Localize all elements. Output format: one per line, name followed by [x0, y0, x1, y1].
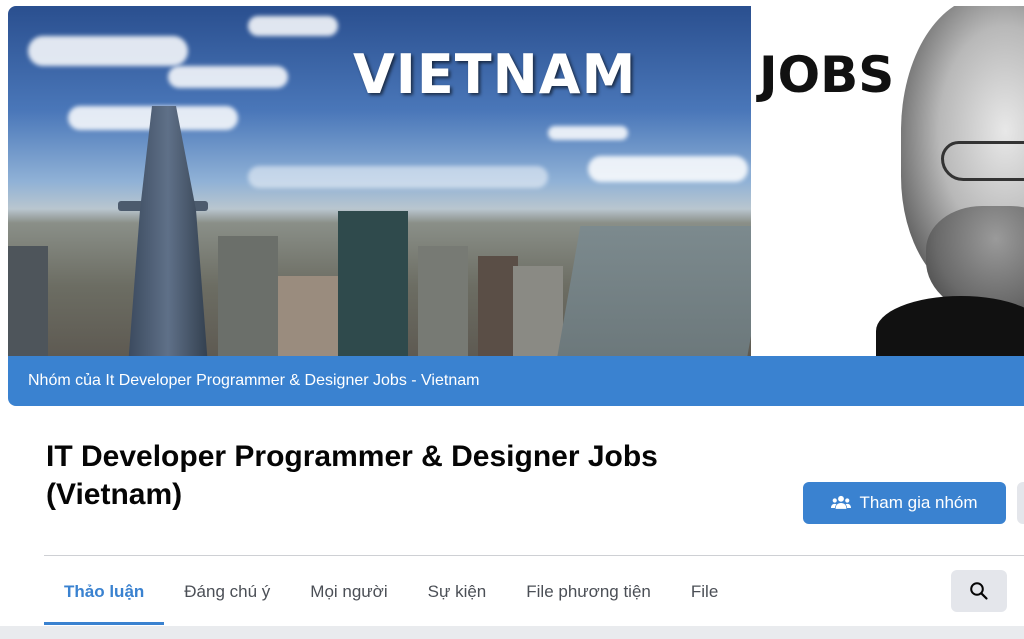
tab-discussion[interactable]: Thảo luận [44, 560, 165, 625]
page-title: IT Developer Programmer & Designer Jobs … [46, 440, 658, 511]
group-owner-strip[interactable]: Nhóm của It Developer Programmer & Desig… [8, 356, 1024, 406]
group-page: VIETNAM JOBS Nhóm của It Developer Progr… [0, 0, 1024, 639]
search-button[interactable] [951, 570, 1007, 612]
cover-portrait-area: JOBS [751, 6, 1024, 356]
cover-title-vietnam: VIETNAM [353, 42, 637, 106]
search-icon [970, 582, 988, 600]
cover-title-jobs: JOBS [751, 44, 896, 106]
group-owner-text[interactable]: Nhóm của It Developer Programmer & Desig… [28, 372, 479, 390]
tab-files[interactable]: File [671, 560, 738, 624]
tower-building [128, 106, 208, 356]
more-options-button[interactable] [1017, 482, 1024, 524]
join-group-label: Tham gia nhóm [859, 493, 978, 512]
divider [44, 555, 1024, 556]
cover-photo: VIETNAM JOBS [8, 6, 1024, 356]
tab-people[interactable]: Mọi người [290, 560, 407, 624]
tab-events[interactable]: Sự kiện [408, 560, 507, 624]
tab-featured[interactable]: Đáng chú ý [164, 560, 290, 624]
river [555, 226, 751, 356]
page-background-strip [0, 626, 1024, 639]
tab-media[interactable]: File phương tiện [506, 560, 671, 624]
join-group-button[interactable]: Tham gia nhóm [803, 482, 1006, 524]
cover-city-image: VIETNAM [8, 6, 751, 356]
group-tabs: Thảo luận Đáng chú ý Mọi người Sự kiện F… [44, 560, 738, 626]
group-people-icon [831, 495, 852, 509]
